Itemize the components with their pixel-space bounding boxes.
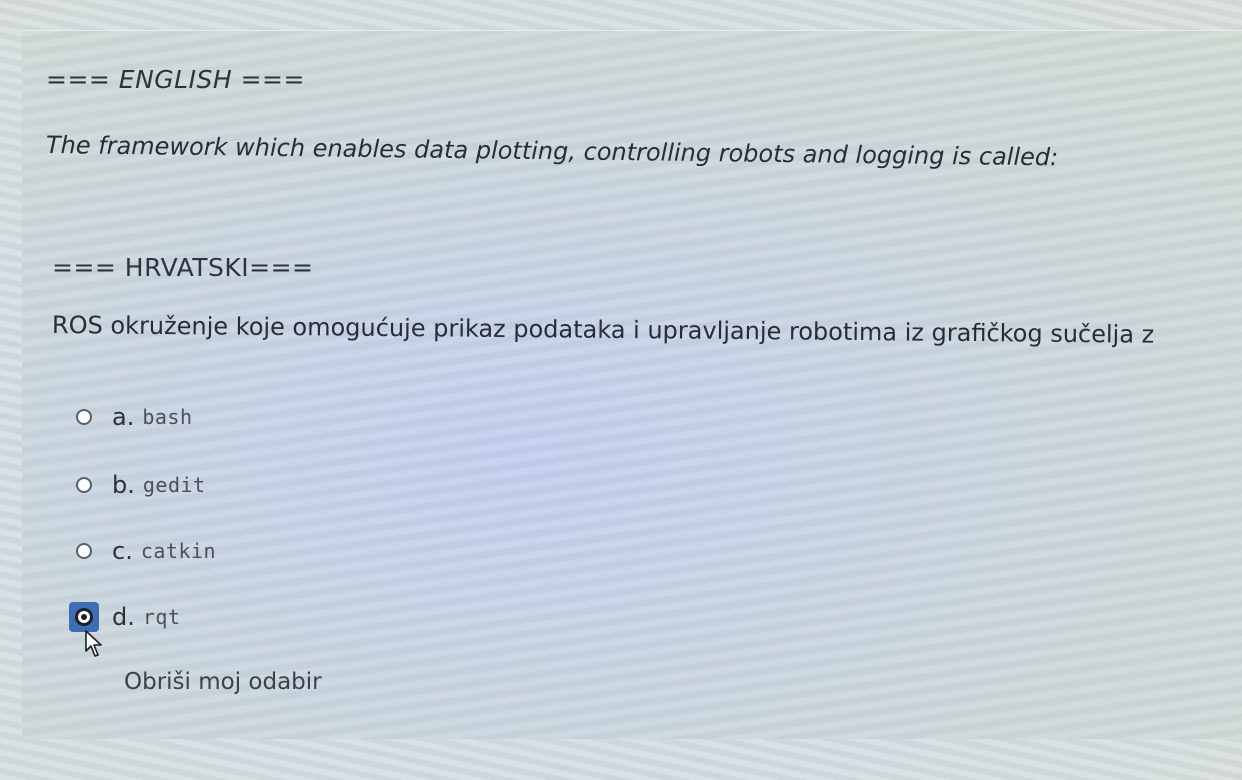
screen: === ENGLISH === The framework which enab… — [0, 0, 1242, 780]
croatian-heading: === HRVATSKI=== — [52, 253, 314, 282]
radio-button-d-selected[interactable] — [75, 608, 93, 626]
option-letter: d. — [112, 603, 135, 631]
answer-option-a[interactable]: a. bash — [76, 401, 193, 433]
option-letter: a. — [112, 403, 135, 431]
option-text: gedit — [142, 473, 206, 497]
option-text: bash — [142, 405, 193, 429]
selected-highlight[interactable] — [69, 602, 99, 632]
question-card: === ENGLISH === The framework which enab… — [22, 30, 1242, 739]
clear-choice-link[interactable]: Obriši moj odabir — [124, 669, 322, 695]
option-text: rqt — [142, 605, 181, 629]
mouse-pointer-icon — [85, 630, 102, 657]
option-letter: b. — [112, 471, 135, 499]
radio-button-c[interactable] — [76, 543, 92, 559]
answer-option-b[interactable]: b. gedit — [76, 469, 206, 501]
option-text: catkin — [140, 539, 217, 563]
english-heading: === ENGLISH === — [46, 65, 305, 94]
option-letter: c. — [112, 537, 133, 565]
radio-button-b[interactable] — [76, 477, 92, 493]
english-question-text: The framework which enables data plottin… — [45, 131, 1059, 172]
croatian-question-text: ROS okruženje koje omogućuje prikaz poda… — [51, 311, 1155, 349]
radio-button-a[interactable] — [76, 409, 92, 425]
answer-option-c[interactable]: c. catkin — [76, 535, 216, 567]
